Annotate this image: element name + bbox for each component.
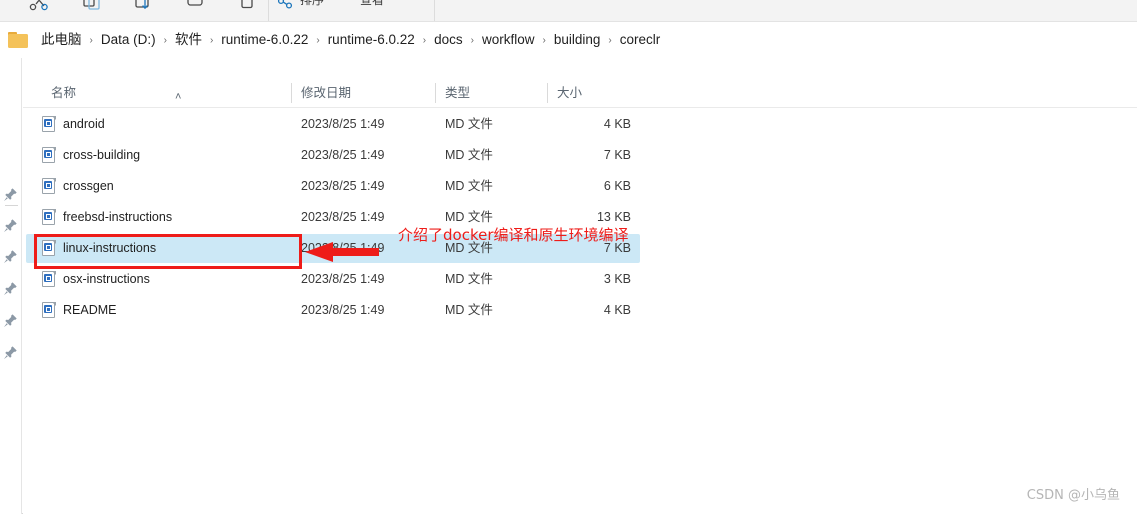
nav-divider (5, 205, 18, 206)
table-row[interactable]: README 2023/8/25 1:49 MD 文件 4 KB (23, 296, 1137, 325)
breadcrumb-separator: › (316, 34, 320, 46)
breadcrumb: 此电脑 › Data (D:) › 软件 › runtime-6.0.22 › runtime-… (8, 22, 665, 58)
file-type-cell: MD 文件 (445, 179, 493, 193)
file-type-cell: MD 文件 (445, 272, 493, 286)
file-size-cell: 6 KB (603, 179, 631, 193)
table-row[interactable]: cross-building 2023/8/25 1:49 MD 文件 7 KB (23, 141, 1137, 170)
file-modified-cell: 2023/8/25 1:49 (301, 148, 385, 162)
md-file-icon (42, 271, 56, 288)
file-name-cell: osx-instructions (63, 272, 150, 286)
navigation-pane[interactable] (0, 58, 22, 514)
view-button-label: 查看 (360, 0, 385, 7)
file-size-cell: 4 KB (603, 117, 631, 131)
annotation-text: 介绍了docker编译和原生环境编译 (398, 226, 629, 244)
copy-icon[interactable] (78, 0, 104, 14)
table-row[interactable]: android 2023/8/25 1:49 MD 文件 4 KB (23, 110, 1137, 139)
column-header-name[interactable]: 名称 (51, 78, 76, 108)
pin-icon[interactable] (3, 313, 18, 328)
breadcrumb-separator: › (542, 34, 546, 46)
column-header-label: 修改日期 (301, 86, 352, 100)
column-header-type[interactable]: 类型 (435, 78, 471, 108)
column-header-modified[interactable]: 修改日期 (291, 78, 352, 108)
md-file-icon (42, 240, 56, 257)
file-size-cell: 3 KB (603, 272, 631, 286)
file-modified-cell: 2023/8/25 1:49 (301, 272, 385, 286)
share-icon[interactable] (272, 0, 298, 14)
sort-button-label: 排序 (300, 0, 325, 7)
explorer-window: 排序 查看 此电脑 › Data (D:) › 软件 › runtime-6.0.22 › ru… (0, 0, 1137, 514)
file-name-cell: android (63, 117, 105, 131)
file-modified-cell: 2023/8/25 1:49 (301, 210, 385, 224)
pin-icon[interactable] (3, 345, 18, 360)
pin-icon[interactable] (3, 218, 18, 233)
column-divider[interactable] (547, 83, 548, 103)
md-file-icon (42, 178, 56, 195)
column-divider[interactable] (435, 83, 436, 103)
file-list-view[interactable]: ˄ 名称 修改日期 类型 大小 android 2023/8/25 1:49 MD 文件 4… (23, 58, 1137, 514)
file-type-cell: MD 文件 (445, 117, 493, 131)
file-type-cell: MD 文件 (445, 303, 493, 317)
column-divider[interactable] (291, 83, 292, 103)
md-file-icon (42, 116, 56, 133)
folder-icon (8, 31, 28, 49)
pin-icon[interactable] (3, 281, 18, 296)
breadcrumb-item[interactable]: runtime-6.0.22 (216, 28, 313, 52)
breadcrumb-separator: › (89, 34, 93, 46)
command-bar-separator (268, 0, 269, 21)
paste-icon[interactable] (130, 0, 156, 14)
file-name-cell: freebsd-instructions (63, 210, 173, 224)
file-modified-cell: 2023/8/25 1:49 (301, 303, 385, 317)
column-headers: ˄ 名称 修改日期 类型 大小 (23, 78, 1137, 108)
rename-icon[interactable] (182, 0, 208, 14)
command-bar-separator-2 (434, 0, 435, 21)
cut-icon[interactable] (26, 0, 52, 14)
breadcrumb-separator: › (209, 34, 214, 46)
md-file-icon (42, 302, 56, 319)
column-header-label: 名称 (51, 86, 77, 100)
table-row[interactable]: crossgen 2023/8/25 1:49 MD 文件 6 KB (23, 172, 1137, 201)
pin-icon[interactable] (3, 249, 18, 264)
file-size-cell: 7 KB (603, 148, 631, 162)
md-file-icon (42, 147, 56, 164)
breadcrumb-item[interactable]: docs (429, 28, 468, 52)
breadcrumb-item[interactable]: building (549, 28, 606, 52)
delete-icon[interactable] (234, 0, 260, 14)
view-button[interactable]: 查看 (360, 0, 384, 8)
breadcrumb-item[interactable]: runtime-6.0.22 (323, 28, 420, 52)
pin-icon[interactable] (3, 187, 18, 202)
column-header-size[interactable]: 大小 (547, 78, 583, 108)
file-name-cell: cross-building (63, 148, 141, 162)
file-modified-cell: 2023/8/25 1:49 (301, 179, 385, 193)
file-modified-cell: 2023/8/25 1:49 (301, 241, 385, 255)
breadcrumb-separator: › (608, 34, 612, 46)
column-header-label: 类型 (445, 86, 471, 100)
breadcrumb-item[interactable]: 此电脑 (36, 28, 87, 52)
command-bar: 排序 查看 (0, 0, 1137, 22)
table-row[interactable]: osx-instructions 2023/8/25 1:49 MD 文件 3 KB (23, 265, 1137, 294)
breadcrumb-item[interactable]: workflow (477, 28, 540, 52)
file-size-cell: 4 KB (603, 303, 631, 317)
column-header-label: 大小 (557, 86, 583, 100)
sort-ascending-caret: ˄ (175, 91, 182, 103)
address-bar: 此电脑 › Data (D:) › 软件 › runtime-6.0.22 › runtime-… (0, 22, 1137, 58)
file-modified-cell: 2023/8/25 1:49 (301, 117, 385, 131)
breadcrumb-item[interactable]: 软件 (170, 28, 207, 52)
watermark: CSDN @小乌鱼 (1026, 488, 1120, 503)
file-name-cell: linux-instructions (63, 241, 157, 255)
breadcrumb-separator: › (422, 34, 427, 46)
file-type-cell: MD 文件 (445, 148, 493, 162)
file-name-cell: README (63, 303, 117, 317)
breadcrumb-item[interactable]: Data (D:) (96, 28, 161, 52)
file-name-cell: crossgen (63, 179, 114, 193)
breadcrumb-separator: › (470, 34, 474, 46)
md-file-icon (42, 209, 56, 226)
breadcrumb-item[interactable]: coreclr (615, 28, 666, 52)
sort-button[interactable]: 排序 (300, 0, 324, 8)
breadcrumb-separator: › (163, 34, 167, 46)
